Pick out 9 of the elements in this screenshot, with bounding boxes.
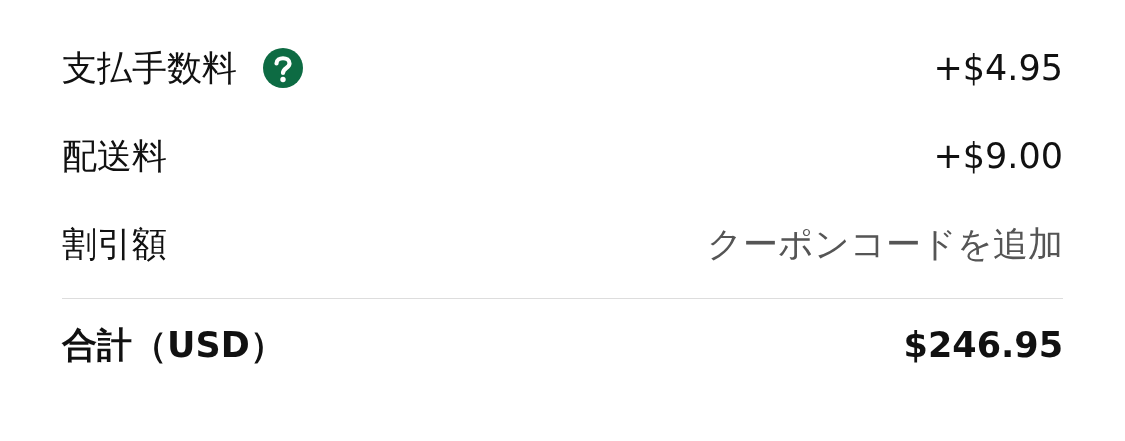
fee-label: 配送料 xyxy=(62,134,167,178)
fee-amount: +$9.00 xyxy=(933,136,1063,176)
total-label: 合計（USD） xyxy=(62,323,285,367)
total-amount: $246.95 xyxy=(903,325,1063,365)
fee-amount: +$4.95 xyxy=(933,48,1063,88)
add-coupon-link[interactable]: クーポンコードを追加 xyxy=(707,220,1063,268)
help-icon[interactable] xyxy=(263,48,303,88)
fee-label: 割引額 xyxy=(62,222,167,266)
fee-label: 支払手数料 xyxy=(62,46,237,90)
